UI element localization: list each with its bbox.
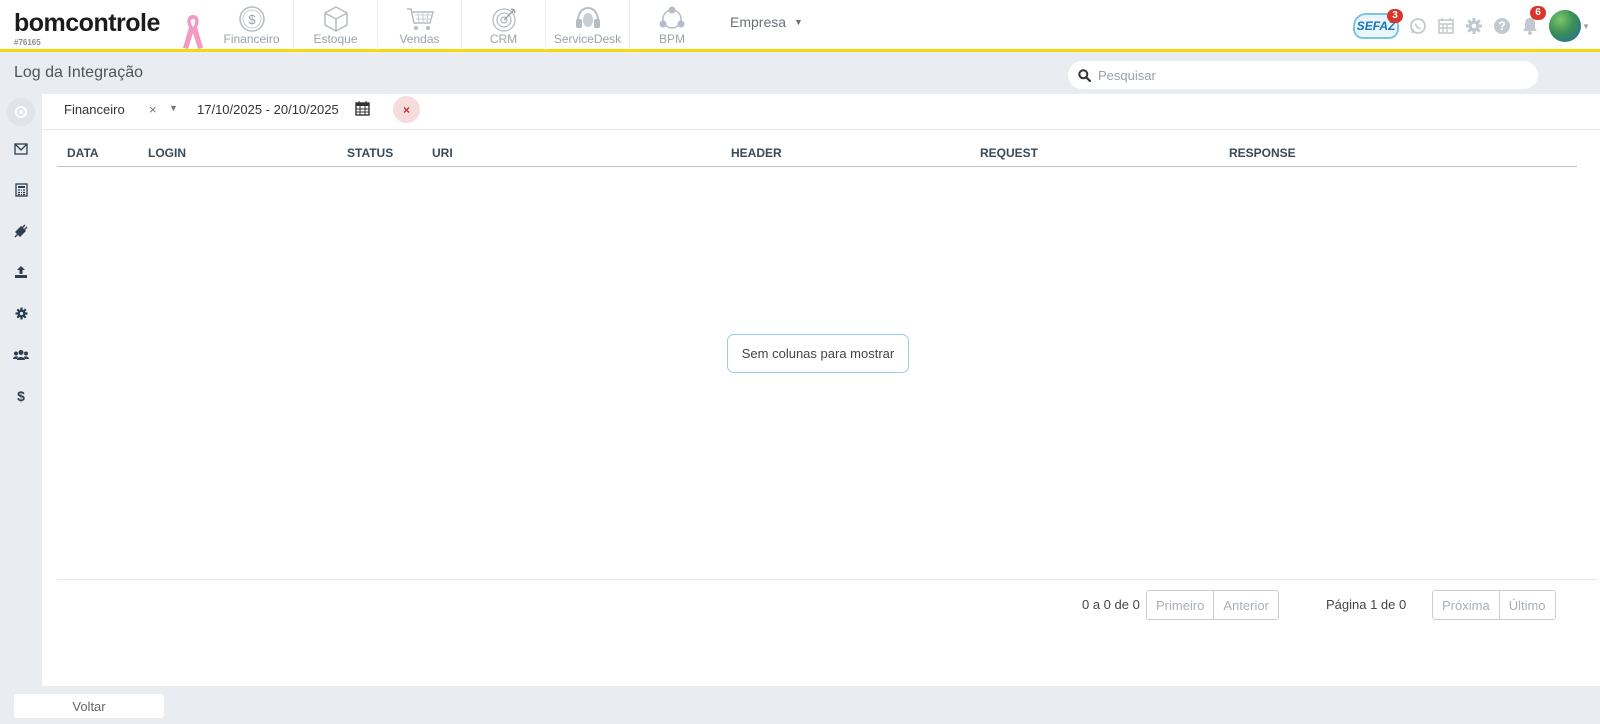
- header-actions: SEFAZ 3 ? 6 ▼: [1343, 6, 1590, 46]
- module-nav: $ Financeiro Estoque Vendas CRM ServiceD…: [210, 0, 714, 50]
- chevron-down-icon[interactable]: ▼: [169, 103, 178, 113]
- gear-icon: [1466, 18, 1483, 34]
- dollar-coin-icon: $: [238, 6, 265, 32]
- brand-logo[interactable]: bomcontrole #76165: [14, 9, 160, 47]
- column-header-response[interactable]: RESPONSE: [1229, 146, 1296, 160]
- notifications-badge: 6: [1530, 6, 1547, 20]
- top-bar: bomcontrole #76165 $ Financeiro Estoque: [0, 0, 1600, 52]
- svg-text:?: ?: [1498, 19, 1505, 33]
- process-icon: [659, 6, 685, 29]
- sidenav-item-integration[interactable]: [0, 216, 42, 246]
- empresa-dropdown[interactable]: Empresa ▼: [730, 14, 803, 30]
- box-icon: [323, 6, 348, 32]
- module-crm[interactable]: CRM: [462, 0, 546, 50]
- back-button[interactable]: Voltar: [14, 694, 164, 718]
- module-servicedesk[interactable]: ServiceDesk: [546, 0, 630, 50]
- help-button[interactable]: ?: [1493, 17, 1511, 35]
- previous-page-button[interactable]: Anterior: [1213, 591, 1278, 619]
- module-filter-select[interactable]: Financeiro: [64, 102, 125, 117]
- headset-icon: [575, 6, 600, 28]
- pagination-next-group: Próxima Último: [1432, 590, 1556, 620]
- module-label: Vendas: [399, 32, 440, 46]
- upload-icon: [15, 266, 27, 278]
- module-bpm[interactable]: BPM: [630, 0, 714, 50]
- whatsapp-icon: [1410, 18, 1426, 34]
- main-panel: Financeiro × ▼ 17/10/2025 - 20/10/2025 ×…: [42, 94, 1600, 686]
- chevron-down-icon: ▼: [1582, 21, 1590, 31]
- pink-ribbon-icon: [183, 15, 203, 49]
- remove-filters-button[interactable]: ×: [393, 96, 420, 123]
- module-financeiro[interactable]: $ Financeiro: [210, 0, 294, 50]
- sidenav-item-users[interactable]: [0, 340, 42, 370]
- module-estoque[interactable]: Estoque: [294, 0, 378, 50]
- next-page-button[interactable]: Próxima: [1433, 591, 1499, 619]
- column-header-uri[interactable]: URI: [432, 146, 453, 160]
- pagination-prev-group: Primeiro Anterior: [1146, 590, 1279, 620]
- pager-divider: [57, 579, 1597, 580]
- module-label: ServiceDesk: [553, 32, 622, 46]
- column-header-data[interactable]: DATA: [67, 146, 99, 160]
- first-page-button[interactable]: Primeiro: [1147, 591, 1214, 619]
- chevron-down-icon: ▼: [794, 17, 803, 27]
- date-range-field[interactable]: 17/10/2025 - 20/10/2025: [197, 102, 339, 117]
- sidenav-item-email[interactable]: [0, 134, 42, 164]
- column-header-request[interactable]: REQUEST: [980, 146, 1038, 160]
- column-header-status[interactable]: STATUS: [347, 146, 393, 160]
- column-header-login[interactable]: LOGIN: [148, 146, 186, 160]
- calendar-button[interactable]: [1437, 17, 1455, 35]
- calendar-icon: [1438, 18, 1454, 34]
- calendar-icon[interactable]: [355, 100, 370, 116]
- sidenav-item-upload[interactable]: [0, 257, 42, 287]
- envelope-icon: [14, 143, 28, 155]
- column-header-header[interactable]: HEADER: [731, 146, 782, 160]
- sidenav-item-calculator[interactable]: [0, 175, 42, 205]
- module-label: Financeiro: [223, 32, 280, 46]
- user-menu[interactable]: ▼: [1549, 10, 1590, 42]
- module-label: BPM: [658, 32, 685, 46]
- whatsapp-button[interactable]: [1409, 17, 1427, 35]
- module-label: CRM: [489, 32, 518, 46]
- sefaz-badge: 3: [1387, 9, 1404, 23]
- notifications-button[interactable]: 6: [1521, 6, 1547, 36]
- search-input[interactable]: [1098, 67, 1518, 83]
- gear-icon: [15, 307, 27, 319]
- pagination-page-text: Página 1 de 0: [1326, 597, 1407, 612]
- users-icon: [13, 350, 29, 360]
- table-header: DATA LOGIN STATUS URI HEADER REQUEST RES…: [57, 146, 1577, 167]
- module-label: Estoque: [313, 32, 358, 46]
- account-id: #76165: [14, 38, 41, 47]
- search-box: [1068, 61, 1538, 89]
- sidenav-collapse-button[interactable]: [7, 98, 35, 126]
- empresa-label: Empresa: [730, 14, 787, 30]
- empty-table-message: Sem colunas para mostrar: [727, 334, 909, 373]
- circle-icon: [15, 106, 27, 118]
- svg-text:$: $: [248, 12, 256, 27]
- avatar: [1549, 10, 1582, 42]
- settings-button[interactable]: [1465, 17, 1483, 35]
- cart-icon: [406, 8, 434, 30]
- target-icon: [491, 8, 516, 32]
- brand-name: bomcontrole: [14, 9, 160, 37]
- sidenav-item-finance[interactable]: $: [0, 381, 42, 411]
- sidenav-item-settings[interactable]: [0, 298, 42, 328]
- pagination-range: 0 a 0 de 0: [1082, 597, 1140, 612]
- calculator-icon: [14, 183, 28, 197]
- plug-icon: [14, 224, 28, 238]
- module-vendas[interactable]: Vendas: [378, 0, 462, 50]
- sefaz-button[interactable]: SEFAZ 3: [1353, 9, 1404, 39]
- page-title: Log da Integração: [14, 64, 143, 81]
- search-icon: [1078, 68, 1091, 82]
- dollar-icon: $: [17, 388, 25, 404]
- module-filter-clear-button[interactable]: ×: [149, 102, 157, 117]
- last-page-button[interactable]: Último: [1498, 591, 1555, 619]
- help-icon: ?: [1494, 18, 1511, 34]
- filter-bar: Financeiro × ▼ 17/10/2025 - 20/10/2025 ×: [42, 94, 1600, 130]
